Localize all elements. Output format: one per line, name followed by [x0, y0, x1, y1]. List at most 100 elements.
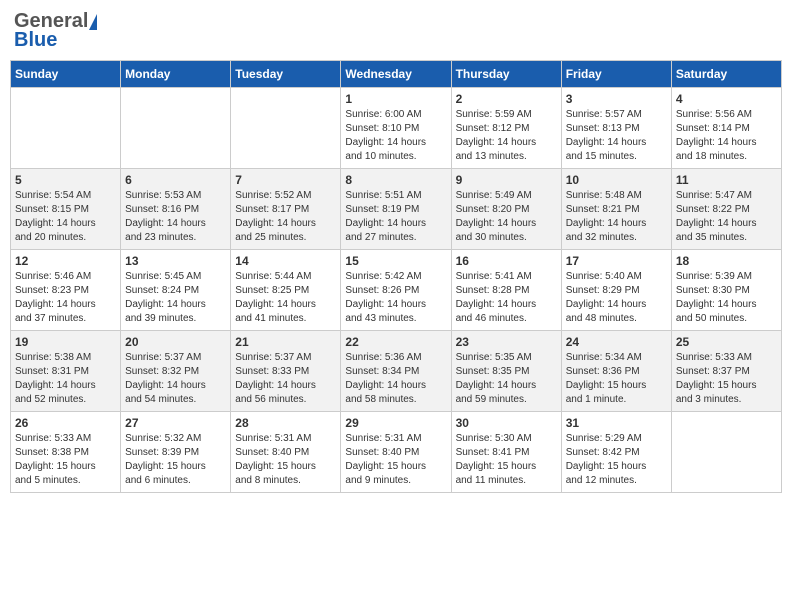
day-number: 8: [345, 173, 446, 187]
calendar-week-row: 19 Sunrise: 5:38 AM Sunset: 8:31 PM Dayli…: [11, 331, 782, 412]
calendar-day-cell: 24Sunrise: 5:34 AM Sunset: 8:36 PM Dayli…: [561, 331, 671, 412]
calendar-day-cell: 18 Sunrise: 5:39 AM Sunset: 8:30 PM Dayli…: [671, 250, 781, 331]
calendar-day-cell: 28 Sunrise: 5:31 AM Sunset: 8:40 PM Dayli…: [231, 412, 341, 493]
day-info: Sunrise: 5:31 AM Sunset: 8:40 PM Dayligh…: [235, 432, 336, 488]
calendar-day-cell: 21 Sunrise: 5:37 AM Sunset: 8:33 PM Dayli…: [231, 331, 341, 412]
calendar-week-row: 5 Sunrise: 5:54 AM Sunset: 8:15 PM Daylig…: [11, 169, 782, 250]
day-info: Sunrise: 5:36 AM Sunset: 8:34 PM Dayligh…: [345, 351, 446, 407]
calendar-day-cell: 17 Sunrise: 5:40 AM Sunset: 8:29 PM Dayli…: [561, 250, 671, 331]
calendar-day-cell: 10 Sunrise: 5:48 AM Sunset: 8:21 PM Dayli…: [561, 169, 671, 250]
logo-blue-text: Blue: [14, 29, 57, 52]
calendar-day-cell: 9 Sunrise: 5:49 AM Sunset: 8:20 PM Daylig…: [451, 169, 561, 250]
header-wednesday: Wednesday: [341, 61, 451, 88]
header-friday: Friday: [561, 61, 671, 88]
calendar-day-cell: 14 Sunrise: 5:44 AM Sunset: 8:25 PM Dayli…: [231, 250, 341, 331]
day-number: 23: [456, 335, 557, 349]
day-info: Sunrise: 5:32 AM Sunset: 8:39 PM Dayligh…: [125, 432, 226, 488]
day-number: 26: [15, 416, 116, 430]
day-number: 22: [345, 335, 446, 349]
day-info: Sunrise: 5:59 AM Sunset: 8:12 PM Dayligh…: [456, 108, 557, 164]
day-info: Sunrise: 5:48 AM Sunset: 8:21 PM Dayligh…: [566, 189, 667, 245]
calendar-day-cell: 11 Sunrise: 5:47 AM Sunset: 8:22 PM Dayli…: [671, 169, 781, 250]
calendar-day-cell: 30 Sunrise: 5:30 AM Sunset: 8:41 PM Dayli…: [451, 412, 561, 493]
calendar-day-cell: 4 Sunrise: 5:56 AM Sunset: 8:14 PM Daylig…: [671, 88, 781, 169]
day-number: 28: [235, 416, 336, 430]
day-info: Sunrise: 5:38 AM Sunset: 8:31 PM Dayligh…: [15, 351, 116, 407]
day-number: 29: [345, 416, 446, 430]
day-info: Sunrise: 5:47 AM Sunset: 8:22 PM Dayligh…: [676, 189, 777, 245]
day-number: 21: [235, 335, 336, 349]
day-info: Sunrise: 5:49 AM Sunset: 8:20 PM Dayligh…: [456, 189, 557, 245]
day-info: Sunrise: 5:46 AM Sunset: 8:23 PM Dayligh…: [15, 270, 116, 326]
day-number: 10: [566, 173, 667, 187]
calendar-day-cell: 13 Sunrise: 5:45 AM Sunset: 8:24 PM Dayli…: [121, 250, 231, 331]
day-number: 9: [456, 173, 557, 187]
calendar-day-cell: 20 Sunrise: 5:37 AM Sunset: 8:32 PM Dayli…: [121, 331, 231, 412]
day-number: 27: [125, 416, 226, 430]
day-number: 18: [676, 254, 777, 268]
calendar-header-row: SundayMondayTuesdayWednesdayThursdayFrid…: [11, 61, 782, 88]
day-info: Sunrise: 5:56 AM Sunset: 8:14 PM Dayligh…: [676, 108, 777, 164]
calendar-day-cell: 3Sunrise: 5:57 AM Sunset: 8:13 PM Daylig…: [561, 88, 671, 169]
day-info: Sunrise: 5:40 AM Sunset: 8:29 PM Dayligh…: [566, 270, 667, 326]
calendar-day-cell: [11, 88, 121, 169]
day-info: Sunrise: 5:35 AM Sunset: 8:35 PM Dayligh…: [456, 351, 557, 407]
day-number: 17: [566, 254, 667, 268]
calendar-week-row: 1 Sunrise: 6:00 AM Sunset: 8:10 PM Daylig…: [11, 88, 782, 169]
day-number: 5: [15, 173, 116, 187]
calendar-day-cell: 27 Sunrise: 5:32 AM Sunset: 8:39 PM Dayli…: [121, 412, 231, 493]
day-info: Sunrise: 5:29 AM Sunset: 8:42 PM Dayligh…: [566, 432, 667, 488]
header-tuesday: Tuesday: [231, 61, 341, 88]
day-number: 15: [345, 254, 446, 268]
calendar-day-cell: 7 Sunrise: 5:52 AM Sunset: 8:17 PM Daylig…: [231, 169, 341, 250]
calendar-day-cell: 5 Sunrise: 5:54 AM Sunset: 8:15 PM Daylig…: [11, 169, 121, 250]
day-info: Sunrise: 5:30 AM Sunset: 8:41 PM Dayligh…: [456, 432, 557, 488]
day-info: Sunrise: 5:54 AM Sunset: 8:15 PM Dayligh…: [15, 189, 116, 245]
day-number: 20: [125, 335, 226, 349]
day-info: Sunrise: 6:00 AM Sunset: 8:10 PM Dayligh…: [345, 108, 446, 164]
calendar-day-cell: 2Sunrise: 5:59 AM Sunset: 8:12 PM Daylig…: [451, 88, 561, 169]
day-number: 13: [125, 254, 226, 268]
calendar-day-cell: 31 Sunrise: 5:29 AM Sunset: 8:42 PM Dayli…: [561, 412, 671, 493]
day-info: Sunrise: 5:31 AM Sunset: 8:40 PM Dayligh…: [345, 432, 446, 488]
day-info: Sunrise: 5:44 AM Sunset: 8:25 PM Dayligh…: [235, 270, 336, 326]
calendar-day-cell: 8Sunrise: 5:51 AM Sunset: 8:19 PM Daylig…: [341, 169, 451, 250]
day-number: 1: [345, 92, 446, 106]
day-number: 14: [235, 254, 336, 268]
day-info: Sunrise: 5:42 AM Sunset: 8:26 PM Dayligh…: [345, 270, 446, 326]
day-number: 16: [456, 254, 557, 268]
header-thursday: Thursday: [451, 61, 561, 88]
day-info: Sunrise: 5:37 AM Sunset: 8:32 PM Dayligh…: [125, 351, 226, 407]
day-info: Sunrise: 5:52 AM Sunset: 8:17 PM Dayligh…: [235, 189, 336, 245]
day-number: 19: [15, 335, 116, 349]
day-info: Sunrise: 5:37 AM Sunset: 8:33 PM Dayligh…: [235, 351, 336, 407]
calendar-day-cell: 16Sunrise: 5:41 AM Sunset: 8:28 PM Dayli…: [451, 250, 561, 331]
day-number: 3: [566, 92, 667, 106]
calendar-day-cell: 1 Sunrise: 6:00 AM Sunset: 8:10 PM Daylig…: [341, 88, 451, 169]
calendar-week-row: 12 Sunrise: 5:46 AM Sunset: 8:23 PM Dayli…: [11, 250, 782, 331]
calendar-day-cell: [231, 88, 341, 169]
day-number: 7: [235, 173, 336, 187]
day-info: Sunrise: 5:45 AM Sunset: 8:24 PM Dayligh…: [125, 270, 226, 326]
day-info: Sunrise: 5:33 AM Sunset: 8:38 PM Dayligh…: [15, 432, 116, 488]
page-header: General Blue: [10, 10, 782, 52]
day-number: 4: [676, 92, 777, 106]
calendar-week-row: 26 Sunrise: 5:33 AM Sunset: 8:38 PM Dayli…: [11, 412, 782, 493]
day-number: 12: [15, 254, 116, 268]
calendar-table: SundayMondayTuesdayWednesdayThursdayFrid…: [10, 60, 782, 493]
day-number: 30: [456, 416, 557, 430]
calendar-day-cell: 25 Sunrise: 5:33 AM Sunset: 8:37 PM Dayli…: [671, 331, 781, 412]
calendar-day-cell: 23 Sunrise: 5:35 AM Sunset: 8:35 PM Dayli…: [451, 331, 561, 412]
calendar-day-cell: 12 Sunrise: 5:46 AM Sunset: 8:23 PM Dayli…: [11, 250, 121, 331]
header-monday: Monday: [121, 61, 231, 88]
day-number: 24: [566, 335, 667, 349]
day-number: 11: [676, 173, 777, 187]
calendar-day-cell: 29 Sunrise: 5:31 AM Sunset: 8:40 PM Dayli…: [341, 412, 451, 493]
day-info: Sunrise: 5:39 AM Sunset: 8:30 PM Dayligh…: [676, 270, 777, 326]
day-info: Sunrise: 5:53 AM Sunset: 8:16 PM Dayligh…: [125, 189, 226, 245]
calendar-day-cell: 22 Sunrise: 5:36 AM Sunset: 8:34 PM Dayli…: [341, 331, 451, 412]
day-info: Sunrise: 5:33 AM Sunset: 8:37 PM Dayligh…: [676, 351, 777, 407]
header-saturday: Saturday: [671, 61, 781, 88]
day-number: 25: [676, 335, 777, 349]
day-number: 31: [566, 416, 667, 430]
